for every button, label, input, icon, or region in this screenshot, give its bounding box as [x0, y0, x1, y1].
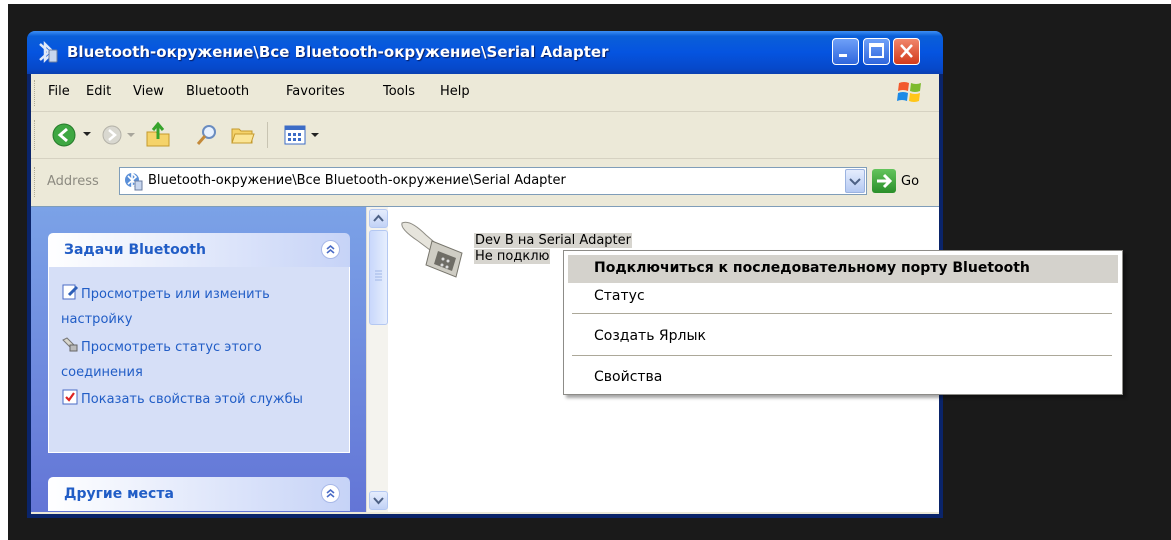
- menu-item-status[interactable]: Статус: [568, 283, 1118, 311]
- file-name[interactable]: Dev B на Serial Adapter: [474, 233, 632, 248]
- folders-icon[interactable]: [230, 123, 256, 147]
- menu-item-label: Создать Ярлык: [594, 328, 706, 344]
- go-arrow-icon: [877, 173, 893, 189]
- chevron-down-icon: [849, 178, 861, 186]
- other-places-header[interactable]: Другие места: [48, 477, 350, 511]
- close-button[interactable]: [893, 38, 920, 65]
- serial-port-icon: [62, 337, 78, 352]
- menu-item-label: Свойства: [594, 369, 663, 385]
- menu-item-properties[interactable]: Свойства: [568, 364, 1118, 392]
- go-button[interactable]: [872, 169, 896, 193]
- maximize-button[interactable]: [863, 38, 890, 65]
- context-menu: Подключиться к последовательному порту B…: [563, 250, 1123, 395]
- views-dropdown-icon[interactable]: [310, 130, 320, 140]
- forward-arrow-icon[interactable]: [101, 124, 123, 146]
- menu-bluetooth[interactable]: Bluetooth: [186, 84, 249, 99]
- bluetooth-icon: [39, 40, 58, 64]
- grip-icon: [375, 270, 382, 281]
- bluetooth-tasks-header[interactable]: Задачи Bluetooth: [48, 233, 350, 267]
- chevron-double-up-icon: [326, 244, 335, 254]
- toolbar-grip[interactable]: [34, 120, 38, 150]
- minimize-button[interactable]: [832, 38, 859, 65]
- menubar-grip[interactable]: [34, 80, 38, 106]
- close-icon: [900, 44, 913, 58]
- chevron-down-icon: [373, 497, 384, 505]
- menu-file[interactable]: File: [48, 84, 70, 99]
- window-title: Bluetooth-окружение\Все Bluetooth-окруже…: [67, 43, 609, 61]
- menu-item-label: Статус: [594, 288, 645, 304]
- bluetooth-tasks-panel: Просмотреть или изменить настройку Просм…: [48, 267, 350, 453]
- toolbar-separator: [267, 122, 268, 148]
- chevron-up-icon: [373, 214, 384, 222]
- menu-item-create-shortcut[interactable]: Создать Ярлык: [568, 323, 1118, 351]
- menu-help[interactable]: Help: [440, 84, 470, 99]
- collapse-bluetooth-tasks-button[interactable]: [321, 240, 340, 259]
- bluetooth-tasks-title: Задачи Bluetooth: [64, 242, 206, 258]
- search-icon[interactable]: [194, 122, 220, 148]
- address-label: Address: [47, 174, 99, 189]
- menu-item-label: Подключиться к последовательному порту B…: [594, 260, 1030, 276]
- collapse-other-places-button[interactable]: [321, 484, 340, 503]
- properties-icon: [62, 389, 78, 405]
- menu-item-connect-serial-port[interactable]: Подключиться к последовательному порту B…: [568, 255, 1118, 283]
- addressbar-grip[interactable]: [34, 167, 38, 197]
- standard-toolbar: [31, 112, 939, 159]
- minimize-icon: [839, 54, 847, 57]
- address-input[interactable]: Bluetooth-окружение\Все Bluetooth-окруже…: [119, 167, 867, 195]
- menu-bar: File Edit View Bluetooth Favorites Tools…: [31, 74, 939, 112]
- back-arrow-icon[interactable]: [51, 122, 77, 148]
- title-bar[interactable]: Bluetooth-окружение\Все Bluetooth-окруже…: [27, 31, 943, 74]
- windows-logo-icon: [897, 82, 921, 102]
- folder-up-icon[interactable]: [144, 121, 172, 149]
- back-dropdown-icon[interactable]: [82, 129, 92, 139]
- task-link-text: Просмотреть или изменить настройку: [61, 287, 270, 327]
- other-places-title: Другие места: [64, 486, 174, 502]
- task-link-text: Просмотреть статус этого соединения: [61, 340, 262, 380]
- menu-edit[interactable]: Edit: [86, 84, 111, 99]
- vertical-scrollbar[interactable]: [366, 207, 389, 512]
- views-icon[interactable]: [283, 124, 307, 146]
- scroll-thumb[interactable]: [369, 230, 388, 325]
- address-bar: Address Bluetooth-окружение\Все Bluetoot…: [31, 159, 939, 205]
- serial-port-icon[interactable]: [396, 211, 476, 279]
- go-label[interactable]: Go: [901, 174, 919, 189]
- menu-separator: [572, 355, 1112, 356]
- scroll-up-button[interactable]: [369, 209, 388, 228]
- file-status: Не подклю: [474, 249, 551, 264]
- menu-separator: [572, 313, 1112, 314]
- task-pane: Задачи Bluetooth Просмотреть или изменит…: [31, 207, 366, 512]
- chevron-double-up-icon: [326, 488, 335, 498]
- bluetooth-folder-icon: [125, 171, 143, 191]
- forward-dropdown-icon[interactable]: [126, 130, 136, 140]
- task-show-service-properties[interactable]: Показать свойства этой службы: [61, 387, 341, 412]
- address-dropdown-button[interactable]: [845, 169, 865, 193]
- menu-view[interactable]: View: [133, 84, 164, 99]
- task-link-text: Показать свойства этой службы: [81, 392, 303, 407]
- scroll-down-button[interactable]: [369, 491, 388, 510]
- settings-icon: [62, 284, 79, 300]
- task-view-change-settings[interactable]: Просмотреть или изменить настройку: [61, 282, 341, 332]
- menu-favorites[interactable]: Favorites: [286, 84, 345, 99]
- address-value: Bluetooth-окружение\Все Bluetooth-окруже…: [148, 173, 566, 188]
- maximize-icon: [869, 43, 884, 58]
- task-view-connection-status[interactable]: Просмотреть статус этого соединения: [61, 335, 341, 385]
- menu-tools[interactable]: Tools: [383, 84, 415, 99]
